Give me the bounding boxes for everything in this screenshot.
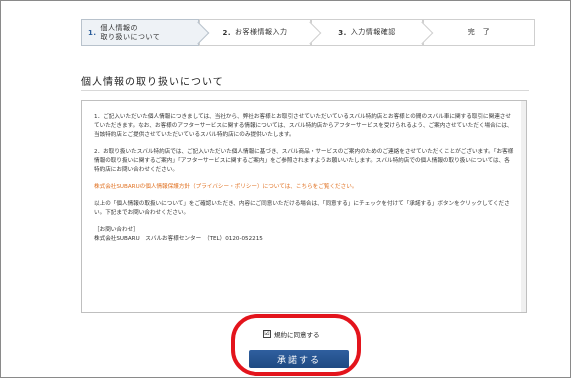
consent-paragraph-1: 1．ご記入いただいた個人情報につきましては、当社から、弊社お客様とお取引させてい… — [94, 114, 513, 138]
title-divider — [81, 90, 529, 91]
step-label: 入力情報確認 — [350, 28, 396, 36]
scrollbar[interactable] — [521, 101, 526, 312]
consent-paragraph-4: 以上の「個人情報の取扱いについて」をご確認いただき、内容にご同意いただける場合は… — [94, 201, 510, 216]
step-number: 3. — [338, 28, 347, 37]
step-label: 完 了 — [467, 28, 491, 36]
contact-line: 株式会社SUBARU スバルお客様センター （TEL）0120-052215 — [94, 236, 263, 242]
step-3: 3. 入力情報確認 — [311, 19, 434, 46]
agree-button[interactable]: 承諾する — [249, 350, 349, 368]
contact-heading: ［お問い合わせ］ — [94, 227, 139, 233]
step-4: 完 了 — [423, 19, 535, 46]
step-label: お客様情報入力 — [235, 28, 288, 36]
page-title: 個人情報の取り扱いについて — [81, 77, 224, 88]
page-frame: 1. 個人情報の 取り扱いについて 2. お客様情報入力 3. 入力情報確認 完… — [0, 0, 571, 378]
consent-text-box[interactable]: 1．ご記入いただいた個人情報につきましては、当社から、弊社お客様とお取引させてい… — [81, 100, 527, 313]
privacy-policy-link[interactable]: 株式会社SUBARUの個人情報保護方針（プライバシー・ポリシー）については、こち… — [94, 183, 514, 192]
consent-paragraph-2: 2．お取り扱いたスバル特約店では、ご記入いただいた個人情報に基づき、スバル商品・… — [94, 149, 514, 173]
step-number: 1. — [88, 28, 97, 37]
step-2: 2. お客様情報入力 — [199, 19, 322, 46]
agree-checkbox-row[interactable]: ☑ 規約に同意する — [263, 329, 320, 339]
step-label: 個人情報の 取り扱いについて — [100, 23, 161, 41]
agree-checkbox[interactable]: ☑ — [263, 330, 271, 338]
step-1: 1. 個人情報の 取り扱いについて — [81, 19, 210, 46]
agree-checkbox-label: 規約に同意する — [274, 331, 320, 339]
step-number: 2. — [222, 28, 232, 37]
progress-steps: 1. 個人情報の 取り扱いについて 2. お客様情報入力 3. 入力情報確認 完… — [81, 19, 535, 46]
